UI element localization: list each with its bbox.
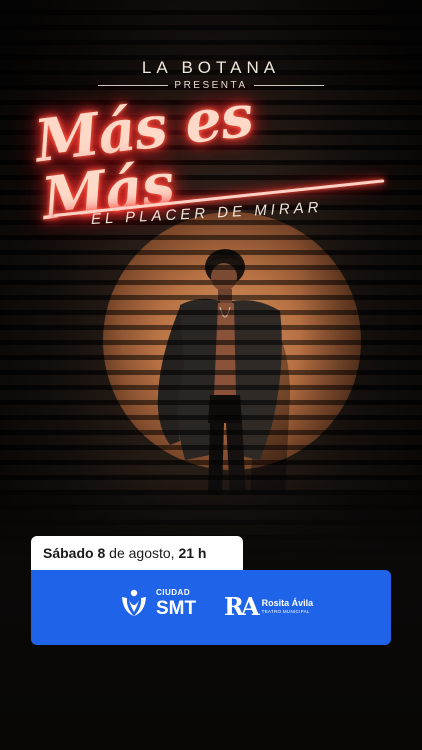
event-time: 21 h: [178, 545, 207, 561]
divider-left: [98, 85, 169, 86]
ra-sub: TEATRO MUNICIPAL: [261, 608, 310, 614]
ra-monogram: RA: [224, 592, 260, 621]
event-date-rest: de agosto,: [109, 545, 175, 561]
event-poster: LA BOTANA PRESENTA Más es Más EL PLACER …: [0, 0, 422, 750]
smt-text: CIUDAD SMT: [156, 587, 197, 619]
rosita-avila-logo: RA Rosita Ávila TEATRO MUNICIPAL: [224, 592, 313, 621]
ciudad-smt-logo: CIUDAD SMT: [119, 588, 196, 618]
smt-leaf-icon: [122, 589, 146, 616]
ra-name: Rosita Ávila: [261, 597, 314, 608]
smt-big-label: SMT: [156, 597, 197, 619]
ra-text: Rosita Ávila TEATRO MUNICIPAL: [261, 597, 314, 615]
event-date: Sábado 8 de agosto, 21 h: [31, 536, 243, 570]
event-date-number: 8: [97, 545, 106, 561]
sponsor-bar: CIUDAD SMT RA Rosita Ávila TEATRO MUNICI…: [31, 570, 391, 645]
smt-small-label: CIUDAD: [156, 587, 191, 597]
event-day: Sábado: [43, 545, 94, 561]
